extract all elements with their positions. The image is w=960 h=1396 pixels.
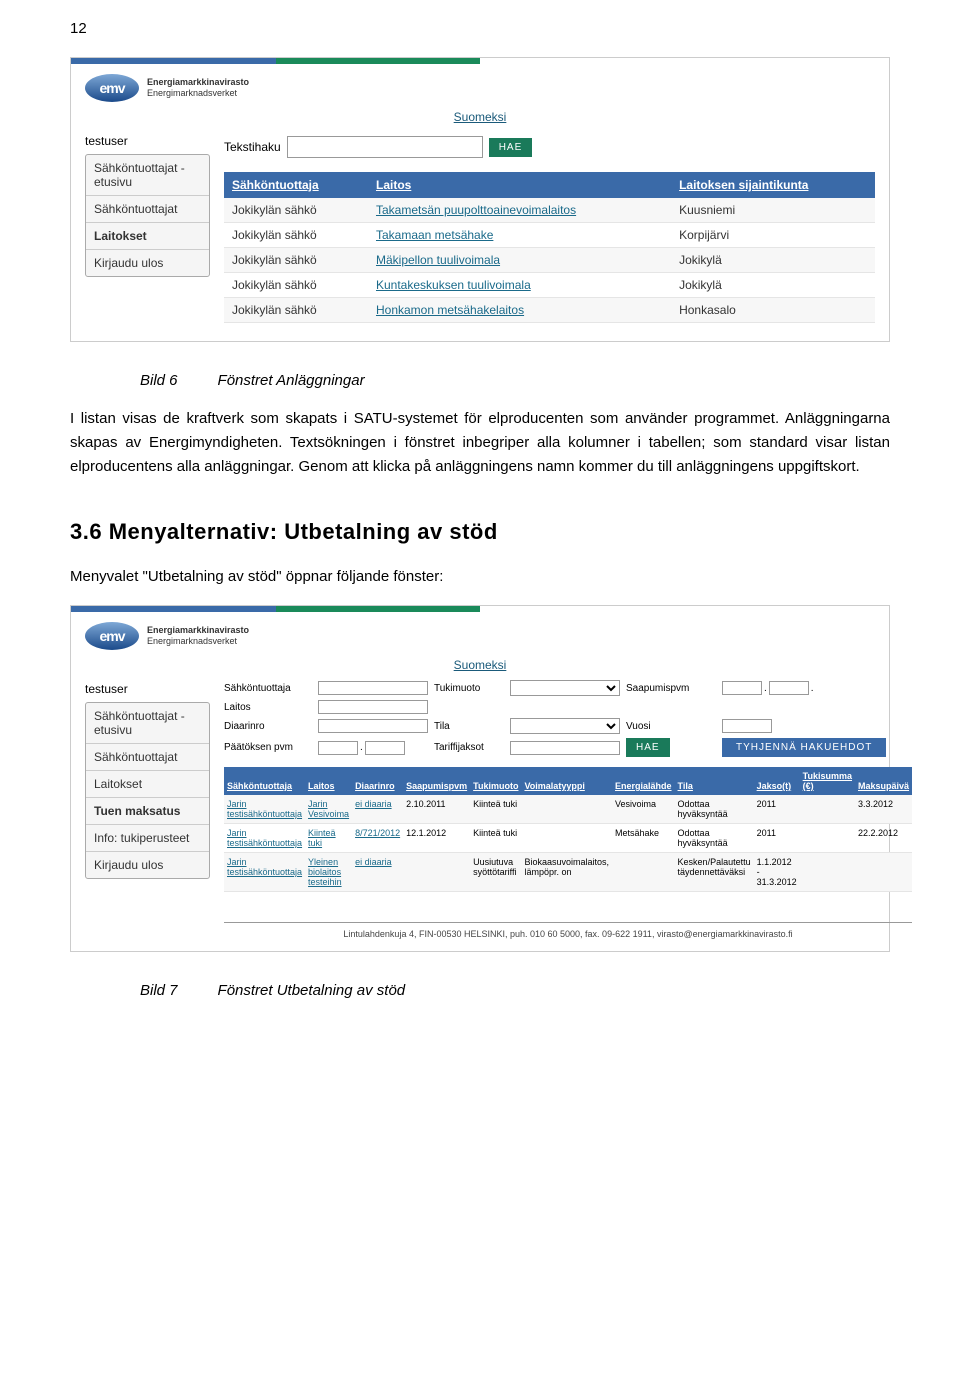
column-header[interactable]: Tukisumma (€) — [800, 767, 855, 795]
page-number: 12 — [70, 20, 890, 37]
language-link[interactable]: Suomeksi — [454, 658, 507, 672]
body-paragraph-2: Menyvalet "Utbetalning av stöd" öppnar f… — [70, 565, 890, 589]
clear-filters-button[interactable]: TYHJENNÄ HAKUEHDOT — [722, 738, 886, 757]
payment-link[interactable]: Jarin Vesivoima — [308, 799, 349, 819]
payment-link[interactable]: Yleinen biolaitos testeihin — [308, 857, 342, 887]
column-header[interactable]: Laitoksen sijaintikunta — [671, 172, 875, 198]
facility-input[interactable] — [318, 700, 428, 714]
table-row: Jokikylän sähköKuntakeskuksen tuulivoima… — [224, 273, 875, 298]
year-input[interactable] — [722, 719, 772, 733]
column-header[interactable]: Saapumispvm — [403, 767, 470, 795]
filter-label: Saapumispvm — [626, 683, 716, 694]
search-input[interactable] — [287, 136, 483, 158]
table-row: Jokikylän sähköHonkamon metsähakelaitosH… — [224, 298, 875, 323]
table-row: Jokikylän sähköMäkipellon tuulivoimalaJo… — [224, 248, 875, 273]
filter-label: Diaarinro — [224, 721, 312, 732]
screenshot-anlaggningar: emv Energiamarkkinavirasto Energimarknad… — [70, 57, 890, 342]
payment-link[interactable]: Kiinteä tuki — [308, 828, 336, 848]
language-link[interactable]: Suomeksi — [454, 110, 507, 124]
logo-subtext: Energiamarkkinavirasto Energimarknadsver… — [147, 625, 249, 647]
sidebar-item[interactable]: Kirjaudu ulos — [86, 250, 209, 276]
figure-caption-1: Bild 6 Fönstret Anläggningar — [140, 372, 890, 389]
logo-icon: emv — [85, 74, 139, 102]
sidebar-item[interactable]: Info: tukiperusteet — [86, 825, 209, 852]
column-header[interactable]: Tila — [675, 767, 754, 795]
header-logo-row: emv Energiamarkkinavirasto Energimarknad… — [71, 64, 889, 102]
decision-from-input[interactable] — [318, 741, 358, 755]
facility-link[interactable]: Honkamon metsähakelaitos — [376, 303, 524, 317]
table-row: Jarin testisähköntuottaja Jarin Vesivoima… — [224, 795, 912, 824]
sidebar-item[interactable]: Tuen maksatus — [86, 798, 209, 825]
column-header[interactable]: Laitos — [368, 172, 671, 198]
payment-link[interactable]: ei diaaria — [355, 799, 392, 809]
payments-table: SähköntuottajaLaitosDiaarinroSaapumispvm… — [224, 767, 912, 892]
tariff-input[interactable] — [510, 741, 620, 755]
column-header[interactable]: Tukimuoto — [470, 767, 521, 795]
table-row: Jarin testisähköntuottaja Kiinteä tuki 8/7… — [224, 824, 912, 853]
column-header[interactable]: Maksupäivä — [855, 767, 912, 795]
body-paragraph-1: I listan visas de kraftverk som skapats … — [70, 407, 890, 479]
support-type-select[interactable] — [510, 680, 620, 696]
column-header[interactable]: Diaarinro — [352, 767, 403, 795]
figure-caption-2: Bild 7 Fönstret Utbetalning av stöd — [140, 982, 890, 999]
header-logo-row: emv Energiamarkkinavirasto Energimarknad… — [71, 612, 889, 650]
screenshot-utbetalning: emv Energiamarkkinavirasto Energimarknad… — [70, 605, 890, 952]
filter-label: Päätöksen pvm — [224, 742, 312, 753]
logo-icon: emv — [85, 622, 139, 650]
payment-link[interactable]: Jarin testisähköntuottaja — [227, 857, 302, 877]
payment-link[interactable]: 8/721/2012 — [355, 828, 400, 838]
column-header[interactable]: Sähköntuottaja — [224, 172, 368, 198]
arrival-from-input[interactable] — [722, 681, 762, 695]
search-button[interactable]: HAE — [626, 738, 670, 757]
arrival-to-input[interactable] — [769, 681, 809, 695]
sidebar-item[interactable]: Sähköntuottajat - etusivu — [86, 155, 209, 196]
sidebar-item[interactable]: Sähköntuottajat — [86, 196, 209, 223]
facility-link[interactable]: Takamaan metsähake — [376, 228, 493, 242]
top-accent-bar — [71, 58, 889, 64]
search-button[interactable]: HAE — [489, 138, 533, 157]
column-header[interactable]: Laitos — [305, 767, 352, 795]
current-user: testuser — [85, 680, 210, 702]
filter-label: Vuosi — [626, 721, 716, 732]
facility-link[interactable]: Kuntakeskuksen tuulivoimala — [376, 278, 531, 292]
facility-link[interactable]: Mäkipellon tuulivoimala — [376, 253, 500, 267]
column-header[interactable]: Jakso(t) — [754, 767, 800, 795]
top-accent-bar — [71, 606, 889, 612]
sidebar-item[interactable]: Laitokset — [86, 223, 209, 250]
sidebar-item[interactable]: Laitokset — [86, 771, 209, 798]
payment-link[interactable]: ei diaaria — [355, 857, 392, 867]
search-label: Tekstihaku — [224, 140, 281, 154]
facility-link[interactable]: Takametsän puupolttoainevoimalaitos — [376, 203, 576, 217]
column-header[interactable]: Voimalatyyppi — [521, 767, 612, 795]
filter-label: Sähköntuottaja — [224, 683, 312, 694]
filter-label: Laitos — [224, 702, 312, 713]
section-heading: 3.6 Menyalternativ: Utbetalning av stöd — [70, 519, 890, 545]
status-select[interactable] — [510, 718, 620, 734]
filter-label: Tila — [434, 721, 504, 732]
table-row: Jarin testisähköntuottaja Yleinen biolait… — [224, 853, 912, 892]
filter-label: Tukimuoto — [434, 683, 504, 694]
producer-input[interactable] — [318, 681, 428, 695]
filter-label: Tariffijaksot — [434, 742, 504, 753]
footer-contact: Lintulahdenkuja 4, FIN-00530 HELSINKI, p… — [224, 922, 912, 939]
table-row: Jokikylän sähköTakametsän puupolttoainev… — [224, 198, 875, 223]
sidebar-item[interactable]: Sähköntuottajat — [86, 744, 209, 771]
current-user: testuser — [85, 132, 210, 154]
payment-link[interactable]: Jarin testisähköntuottaja — [227, 799, 302, 819]
column-header[interactable]: Sähköntuottaja — [224, 767, 305, 795]
payment-link[interactable]: Jarin testisähköntuottaja — [227, 828, 302, 848]
column-header[interactable]: Energialähde — [612, 767, 675, 795]
logo-subtext: Energiamarkkinavirasto Energimarknadsver… — [147, 77, 249, 99]
sidebar-item[interactable]: Sähköntuottajat - etusivu — [86, 703, 209, 744]
table-row: Jokikylän sähköTakamaan metsähakeKorpijä… — [224, 223, 875, 248]
diary-input[interactable] — [318, 719, 428, 733]
decision-to-input[interactable] — [365, 741, 405, 755]
sidebar-item[interactable]: Kirjaudu ulos — [86, 852, 209, 878]
facilities-table: SähköntuottajaLaitosLaitoksen sijaintiku… — [224, 172, 875, 323]
